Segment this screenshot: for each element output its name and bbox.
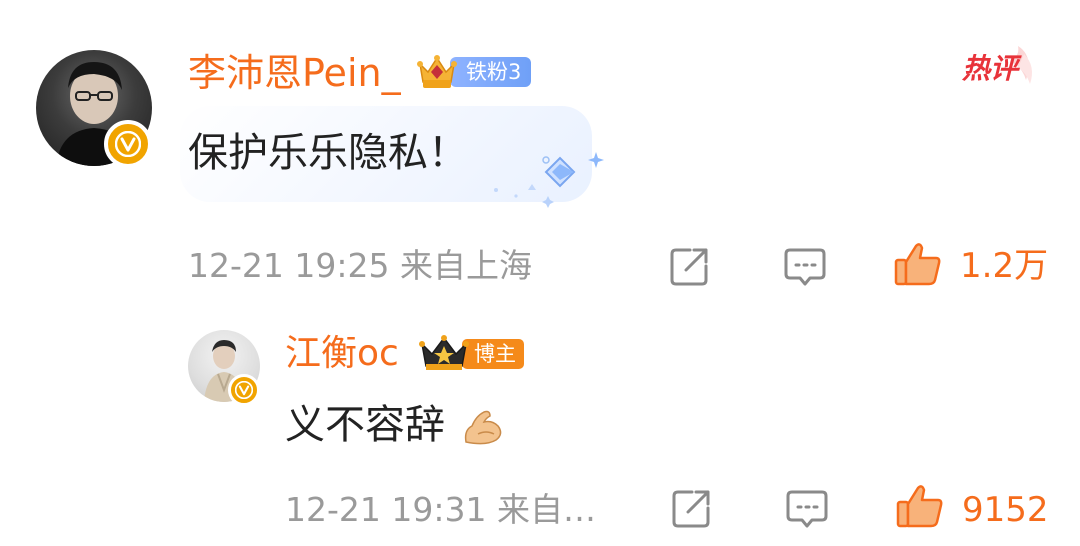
reply-text: 义不容辞 <box>285 402 445 448</box>
fan-level-label: 铁粉3 <box>450 57 532 87</box>
comment-thread: 李沛恩Pein_ 铁粉3 热评 保护乐乐隐私！ 12-21 19:25 来自上海 <box>0 0 1080 546</box>
hot-comment-tag-icon: 热评 <box>961 46 1032 85</box>
comment-text: 保护乐乐隐私！ <box>188 130 468 176</box>
blogger-role-badge[interactable]: 博主 <box>418 334 524 374</box>
thumbs-up-icon[interactable] <box>892 238 944 290</box>
like-count[interactable]: 1.2万 <box>960 246 1048 286</box>
reply-meta: 12-21 19:31 来自… <box>285 490 596 530</box>
like-count[interactable]: 9152 <box>962 490 1049 530</box>
comment-icon[interactable] <box>782 244 828 288</box>
verified-badge-icon <box>228 374 260 406</box>
share-icon[interactable] <box>668 244 712 288</box>
crown-fan-icon <box>417 55 457 88</box>
reply-location: 来自… <box>496 490 596 529</box>
thumbs-up-icon[interactable] <box>894 480 946 532</box>
comment-icon[interactable] <box>784 486 830 530</box>
crown-blogger-icon <box>419 335 469 370</box>
comment-timestamp: 12-21 19:25 <box>188 246 390 285</box>
hot-comment-label: 热评 <box>961 52 1022 85</box>
reply-timestamp: 12-21 19:31 <box>285 490 487 529</box>
comment-location: 来自上海 <box>399 246 532 285</box>
blogger-role-label: 博主 <box>462 339 524 369</box>
flexed-biceps-emoji-icon <box>464 410 502 445</box>
comment-meta: 12-21 19:25 来自上海 <box>188 246 532 286</box>
commenter-username[interactable]: 李沛恩Pein_ <box>188 50 401 96</box>
verified-badge-icon <box>104 120 152 168</box>
replier-username[interactable]: 江衡oc <box>285 332 399 376</box>
diamond-sparkle-decoration-icon <box>494 152 604 208</box>
share-icon[interactable] <box>670 486 714 530</box>
fan-level-badge[interactable]: 铁粉3 <box>414 52 532 92</box>
